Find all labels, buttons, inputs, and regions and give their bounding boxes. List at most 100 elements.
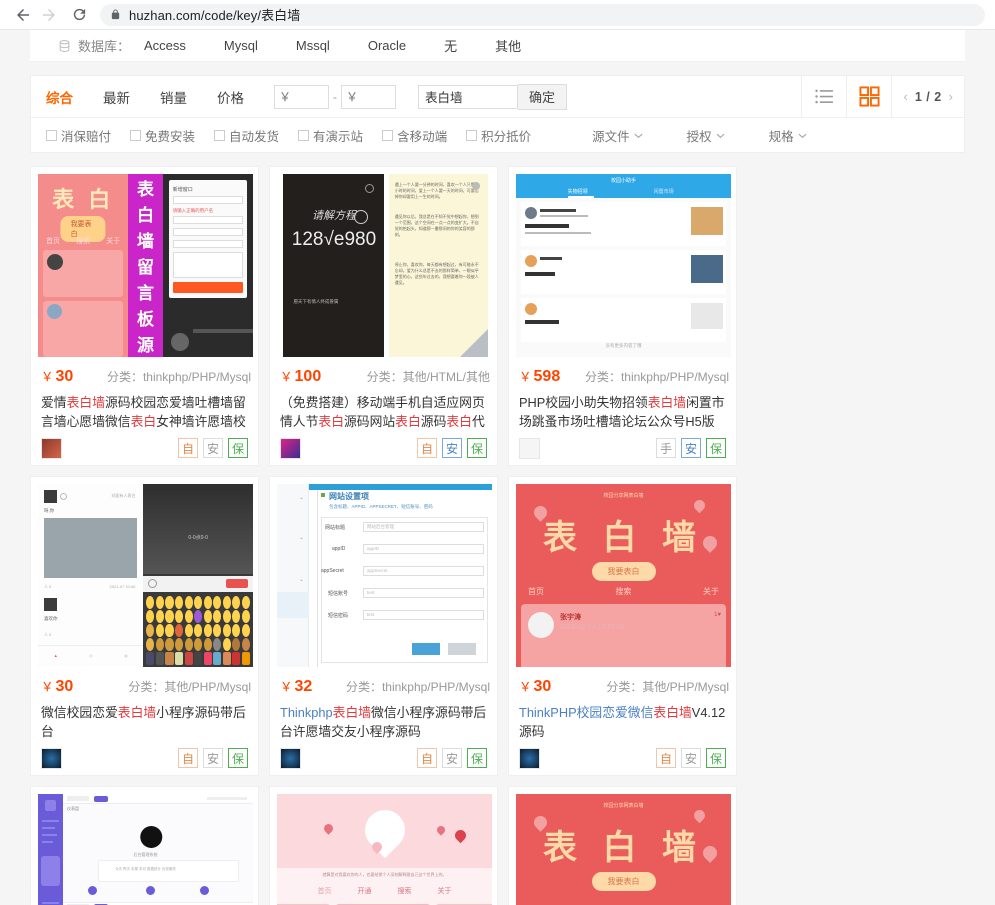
grid-view-icon[interactable] <box>846 75 891 118</box>
db-option-mysql[interactable]: Mysql <box>224 38 258 53</box>
product-title[interactable]: ThinkPHP校园恋爱微信表白墙V4.12源码 <box>519 703 726 741</box>
checkbox-box[interactable] <box>214 129 226 141</box>
lock-icon <box>110 8 121 21</box>
badge-secure: 安 <box>681 438 701 458</box>
product-thumbnail[interactable]: 请解方程 128√e980 愿天下有情人终成眷属 遇上一个人要一分钟的时间，喜欢… <box>277 174 492 357</box>
sort-item-sales[interactable]: 销量 <box>160 87 187 107</box>
checkbox-box[interactable] <box>466 129 478 141</box>
product-card[interactable]: ⌄ ⌄ ⌄ 网站设置项 包含标题、APPID、APPSECRET、短信账号、密码… <box>269 476 498 776</box>
checkbox-label: 免费安装 <box>145 129 196 144</box>
chevron-right-icon[interactable]: › <box>949 89 953 104</box>
database-filter-label: 数据库： <box>78 39 131 54</box>
product-card[interactable]: 校园小助手 失物招领 闲置市场 没有更多内容了哦 ￥ 598 分类：thinkp… <box>508 166 737 466</box>
checkbox-box[interactable] <box>298 129 310 141</box>
product-thumbnail[interactable]: ⌄ ⌄ ⌄ 网站设置项 包含标题、APPID、APPSECRET、短信账号、密码… <box>277 484 492 667</box>
dropdown-source-file[interactable]: 源文件 <box>592 126 643 145</box>
product-title[interactable]: PHP校园小助失物招领表白墙闲置市场跳蚤市场吐槽墙论坛公众号H5版本前后 <box>519 393 726 431</box>
badge-secure: 安 <box>442 438 462 458</box>
shop-avatar[interactable] <box>519 437 540 459</box>
dropdown-license[interactable]: 授权 <box>687 126 725 145</box>
price-min-input[interactable] <box>274 84 329 109</box>
badge-guarantee: 保 <box>467 748 487 768</box>
reload-icon[interactable] <box>66 2 92 28</box>
product-category: 分类：其他/PHP/Mysql <box>128 680 251 694</box>
product-thumbnail[interactable]: 校园小助手 失物招领 闲置市场 没有更多内容了哦 <box>516 174 731 357</box>
dropdown-spec[interactable]: 规格 <box>769 126 807 145</box>
product-card[interactable]: 校园分享网表白墙 表 白 墙 我要表白 <box>508 786 737 905</box>
badge-secure: 安 <box>203 438 223 458</box>
product-price: ￥ 598 <box>519 368 561 385</box>
shop-avatar[interactable] <box>519 747 540 769</box>
chevron-down-icon <box>798 128 807 142</box>
shop-avatar[interactable] <box>41 437 62 459</box>
badge-self-operated: 自 <box>178 748 198 768</box>
product-category: 分类：thinkphp/PHP/Mysql <box>345 680 490 694</box>
db-option-mssql[interactable]: Mssql <box>296 38 330 53</box>
product-card[interactable]: 仪表盘 后台管理系统 今天 昨天 本周 本月 数据统计 为您服务 ￥30 分类：… <box>30 786 259 905</box>
product-thumbnail[interactable]: 校园分享网表白墙 表 白 墙 我要表白 首页 搜索 关于 张宇涛 2018-02-0… <box>516 484 731 667</box>
thumb-caption-tiny: 校园分享网表白墙 <box>603 803 644 809</box>
product-title[interactable]: 微信校园恋爱表白墙小程序源码带后台 <box>41 703 248 741</box>
title-segment: 表白 <box>130 414 157 429</box>
product-price-line: ￥ 32 分类：thinkphp/PHP/Mysql <box>280 676 490 696</box>
db-option-access[interactable]: Access <box>144 38 186 53</box>
list-view-icon[interactable] <box>801 75 846 118</box>
product-card[interactable]: 表 白 墙 我要表白 首页搜索关于 表白墙留言板源码 新增窗口 请输入正确的用户… <box>30 166 259 466</box>
db-option-other[interactable]: 其他 <box>495 36 521 55</box>
product-card[interactable]: 对面有人表白 呀,你 人 0 2021-07 10:40 喜欢你 人 0 ▲ ◎ ◍… <box>30 476 259 776</box>
browser-toolbar: huzhan.com/code/key/表白墙 <box>0 0 995 30</box>
checkbox-free-install[interactable]: 免费安装 <box>130 126 195 145</box>
checkbox-points-discount[interactable]: 积分抵价 <box>466 126 531 145</box>
view-controls: ‹ 1 / 2 › <box>801 75 964 118</box>
product-category: 分类：thinkphp/PHP/Mysql <box>584 370 729 384</box>
shop-avatar[interactable] <box>41 747 62 769</box>
sort-item-price[interactable]: 价格 <box>217 87 244 107</box>
checkbox-box[interactable] <box>130 129 142 141</box>
product-price-line: ￥ 100 分类：其他/HTML/其他 <box>280 366 490 386</box>
shop-avatar[interactable] <box>280 437 301 459</box>
price-max-input[interactable] <box>341 84 396 109</box>
database-icon <box>58 39 71 53</box>
title-segment: 表白墙 <box>653 705 692 720</box>
forward-arrow-icon[interactable] <box>36 2 62 28</box>
product-grid: 表 白 墙 我要表白 首页搜索关于 表白墙留言板源码 新增窗口 请输入正确的用户… <box>30 166 965 905</box>
db-option-none[interactable]: 无 <box>444 36 457 55</box>
product-badges: 自 安 保 <box>178 748 248 768</box>
product-title[interactable]: Thinkphp表白墙微信小程序源码带后台许愿墙交友小程序源码 <box>280 703 487 741</box>
title-segment: 表白墙 <box>66 395 105 410</box>
product-thumbnail[interactable]: 仪表盘 后台管理系统 今天 昨天 本周 本月 数据统计 为您服务 <box>38 794 253 905</box>
product-badges: 手 安 保 <box>656 438 726 458</box>
keyword-search-input[interactable] <box>418 84 518 109</box>
sort-item-newest[interactable]: 最新 <box>103 87 130 107</box>
checkbox-auto-delivery[interactable]: 自动发货 <box>214 126 279 145</box>
product-thumbnail[interactable]: 就算是对我喜欢你的人，也要给那个人深刻解释跟自己这个世界上的。 首页 开通 搜索 关于… <box>277 794 492 905</box>
product-card[interactable]: 校园分享网表白墙 表 白 墙 我要表白 首页 搜索 关于 张宇涛 2018-02-0… <box>508 476 737 776</box>
checkbox-box[interactable] <box>382 129 394 141</box>
product-thumbnail[interactable]: 对面有人表白 呀,你 人 0 2021-07 10:40 喜欢你 人 0 ▲ ◎ ◍… <box>38 484 253 667</box>
product-card[interactable]: 请解方程 128√e980 愿天下有情人终成眷属 遇上一个人要一分钟的时间，喜欢… <box>269 166 498 466</box>
checkbox-box[interactable] <box>46 129 57 141</box>
product-price: ￥ 100 <box>280 368 322 385</box>
sort-item-comprehensive[interactable]: 综合 <box>46 87 73 107</box>
product-thumbnail[interactable]: 表 白 墙 我要表白 首页搜索关于 表白墙留言板源码 新增窗口 请输入正确的用户… <box>38 174 253 357</box>
title-segment: 源码网站 <box>343 414 396 429</box>
db-option-oracle[interactable]: Oracle <box>368 38 406 53</box>
badge-secure: 安 <box>442 748 462 768</box>
checkbox-has-demo[interactable]: 有演示站 <box>298 126 363 145</box>
product-price: ￥ 30 <box>41 678 74 695</box>
checkbox-mobile-included[interactable]: 含移动端 <box>382 126 447 145</box>
confirm-button[interactable]: 确定 <box>518 83 568 110</box>
title-segment: PHP校园小助失物招领 <box>519 395 648 410</box>
product-thumbnail[interactable]: 校园分享网表白墙 表 白 墙 我要表白 <box>516 794 731 905</box>
product-card[interactable]: 就算是对我喜欢你的人，也要给那个人深刻解释跟自己这个世界上的。 首页 开通 搜索 关于… <box>269 786 498 905</box>
database-filter-row: 数据库： Access Mysql Mssql Oracle 无 其他 <box>30 30 965 62</box>
url-text: huzhan.com/code/key/表白墙 <box>129 8 301 23</box>
product-title[interactable]: 爱情表白墙源码校园恋爱墙吐槽墙留言墙心愿墙微信表白女神墙许愿墙校园表 <box>41 393 248 431</box>
chevron-left-icon[interactable]: ‹ <box>903 89 907 104</box>
address-bar[interactable]: huzhan.com/code/key/表白墙 <box>100 3 985 26</box>
shop-avatar[interactable] <box>280 747 301 769</box>
checkbox-consumer-protection[interactable]: 消保赔付 <box>46 126 111 145</box>
product-meta-row: 自 安 保 <box>280 741 487 775</box>
back-arrow-icon[interactable] <box>10 2 36 28</box>
product-title[interactable]: （免费搭建）移动端手机自适应网页情人节表白源码网站表白源码表白代码表 <box>280 393 487 431</box>
